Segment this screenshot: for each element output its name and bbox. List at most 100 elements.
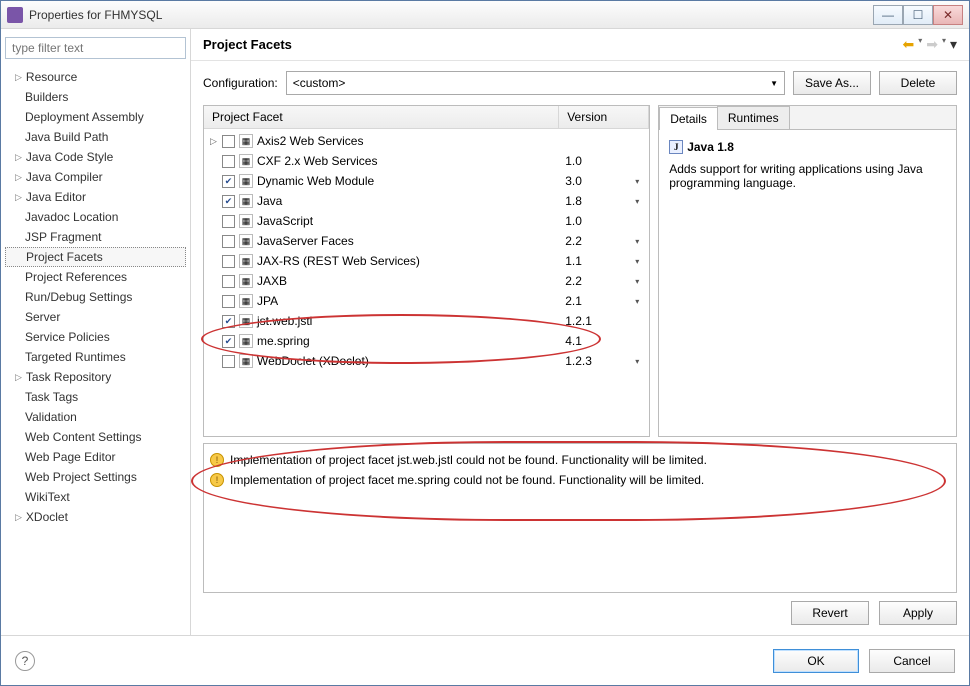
warning-icon: ! <box>210 473 224 487</box>
version-dropdown-icon[interactable]: ▾ <box>635 357 649 366</box>
facet-version: 1.8 <box>565 194 635 208</box>
sidebar-item-project-references[interactable]: Project References <box>5 267 186 287</box>
apply-button[interactable]: Apply <box>879 601 957 625</box>
facet-row[interactable]: ▦ WebDoclet (XDoclet)1.2.3▾ <box>204 351 649 371</box>
sidebar-item-run-debug-settings[interactable]: Run/Debug Settings <box>5 287 186 307</box>
facet-name: jst.web.jstl <box>257 314 565 328</box>
forward-icon[interactable]: ➡ <box>926 36 938 53</box>
sidebar-item-xdoclet[interactable]: XDoclet <box>5 507 186 527</box>
sidebar-item-server[interactable]: Server <box>5 307 186 327</box>
facet-row[interactable]: ▦JavaScript1.0 <box>204 211 649 231</box>
facet-icon: ▦ <box>239 334 253 348</box>
facet-version: 3.0 <box>565 174 635 188</box>
sidebar-item-java-code-style[interactable]: Java Code Style <box>5 147 186 167</box>
facet-row[interactable]: ▦JPA2.1▾ <box>204 291 649 311</box>
sidebar-item-resource[interactable]: Resource <box>5 67 186 87</box>
facet-icon: ▦ <box>239 294 253 308</box>
facet-row[interactable]: ▦Dynamic Web Module3.0▾ <box>204 171 649 191</box>
sidebar-item-javadoc-location[interactable]: Javadoc Location <box>5 207 186 227</box>
sidebar-item-targeted-runtimes[interactable]: Targeted Runtimes <box>5 347 186 367</box>
facet-name: Dynamic Web Module <box>257 174 565 188</box>
menu-icon[interactable]: ▾ <box>950 36 957 53</box>
sidebar-item-web-project-settings[interactable]: Web Project Settings <box>5 467 186 487</box>
facet-checkbox[interactable] <box>222 195 235 208</box>
facet-icon: ▦ <box>239 194 253 208</box>
facet-version: 1.2.3 <box>565 354 635 368</box>
minimize-button[interactable]: — <box>873 5 903 25</box>
facet-checkbox[interactable] <box>222 255 235 268</box>
main-pane: Project Facets ⬅ ▾ ➡ ▾ ▾ Configuration: … <box>191 29 969 635</box>
sidebar-item-wikitext[interactable]: WikiText <box>5 487 186 507</box>
detail-pane: Details Runtimes JJava 1.8 Adds support … <box>658 105 957 437</box>
tab-details[interactable]: Details <box>659 107 718 130</box>
sidebar-item-task-repository[interactable]: Task Repository <box>5 367 186 387</box>
facet-row[interactable]: ▷▦Axis2 Web Services <box>204 131 649 151</box>
chevron-down-icon: ▼ <box>770 79 778 88</box>
facet-row[interactable]: ▦jst.web.jstl1.2.1 <box>204 311 649 331</box>
sidebar-item-builders[interactable]: Builders <box>5 87 186 107</box>
facet-checkbox[interactable] <box>222 215 235 228</box>
delete-button[interactable]: Delete <box>879 71 957 95</box>
window-title: Properties for FHMYSQL <box>29 8 873 22</box>
filter-input[interactable] <box>5 37 186 59</box>
facet-checkbox[interactable] <box>222 275 235 288</box>
facet-checkbox[interactable] <box>222 175 235 188</box>
facet-checkbox[interactable] <box>222 315 235 328</box>
facet-checkbox[interactable] <box>222 335 235 348</box>
expand-icon[interactable]: ▷ <box>210 136 222 147</box>
version-dropdown-icon[interactable]: ▾ <box>635 277 649 286</box>
col-project-facet[interactable]: Project Facet <box>204 106 559 128</box>
version-dropdown-icon[interactable]: ▾ <box>635 237 649 246</box>
config-select[interactable]: <custom> ▼ <box>286 71 785 95</box>
facet-name: JavaScript <box>257 214 565 228</box>
facet-checkbox[interactable] <box>222 355 235 368</box>
back-menu-icon[interactable]: ▾ <box>918 36 922 53</box>
page-title: Project Facets <box>203 37 902 52</box>
revert-button[interactable]: Revert <box>791 601 869 625</box>
sidebar-item-java-compiler[interactable]: Java Compiler <box>5 167 186 187</box>
forward-menu-icon[interactable]: ▾ <box>942 36 946 53</box>
sidebar-item-service-policies[interactable]: Service Policies <box>5 327 186 347</box>
version-dropdown-icon[interactable]: ▾ <box>635 177 649 186</box>
sidebar-item-task-tags[interactable]: Task Tags <box>5 387 186 407</box>
cancel-button[interactable]: Cancel <box>869 649 955 673</box>
facet-icon: ▦ <box>239 354 253 368</box>
sidebar-item-deployment-assembly[interactable]: Deployment Assembly <box>5 107 186 127</box>
sidebar-item-java-build-path[interactable]: Java Build Path <box>5 127 186 147</box>
facet-row[interactable]: ▦me.spring4.1 <box>204 331 649 351</box>
facet-row[interactable]: ▦Java1.8▾ <box>204 191 649 211</box>
sidebar-item-java-editor[interactable]: Java Editor <box>5 187 186 207</box>
facet-name: WebDoclet (XDoclet) <box>257 354 565 368</box>
sidebar-item-project-facets[interactable]: Project Facets <box>5 247 186 267</box>
version-dropdown-icon[interactable]: ▾ <box>635 297 649 306</box>
sidebar-item-web-content-settings[interactable]: Web Content Settings <box>5 427 186 447</box>
facet-row[interactable]: ▦JAX-RS (REST Web Services)1.1▾ <box>204 251 649 271</box>
close-button[interactable]: ✕ <box>933 5 963 25</box>
version-dropdown-icon[interactable]: ▾ <box>635 197 649 206</box>
detail-heading: Java 1.8 <box>687 140 734 154</box>
warning-row: !Implementation of project facet me.spri… <box>210 470 950 490</box>
sidebar-item-web-page-editor[interactable]: Web Page Editor <box>5 447 186 467</box>
java-icon: J <box>669 140 683 154</box>
facet-checkbox[interactable] <box>222 295 235 308</box>
tab-runtimes[interactable]: Runtimes <box>717 106 790 129</box>
facet-checkbox[interactable] <box>222 135 235 148</box>
facet-table: Project Facet Version ▷▦Axis2 Web Servic… <box>203 105 650 437</box>
ok-button[interactable]: OK <box>773 649 859 673</box>
warning-text: Implementation of project facet jst.web.… <box>230 453 707 467</box>
facet-checkbox[interactable] <box>222 235 235 248</box>
facet-icon: ▦ <box>239 314 253 328</box>
save-as-button[interactable]: Save As... <box>793 71 871 95</box>
facet-row[interactable]: ▦CXF 2.x Web Services1.0 <box>204 151 649 171</box>
maximize-button[interactable]: ☐ <box>903 5 933 25</box>
help-button[interactable]: ? <box>15 651 35 671</box>
col-version[interactable]: Version <box>559 106 649 128</box>
sidebar-item-jsp-fragment[interactable]: JSP Fragment <box>5 227 186 247</box>
back-icon[interactable]: ⬅ <box>902 36 914 53</box>
facet-icon: ▦ <box>239 254 253 268</box>
version-dropdown-icon[interactable]: ▾ <box>635 257 649 266</box>
sidebar-item-validation[interactable]: Validation <box>5 407 186 427</box>
facet-checkbox[interactable] <box>222 155 235 168</box>
facet-row[interactable]: ▦JavaServer Faces2.2▾ <box>204 231 649 251</box>
facet-row[interactable]: ▦JAXB2.2▾ <box>204 271 649 291</box>
